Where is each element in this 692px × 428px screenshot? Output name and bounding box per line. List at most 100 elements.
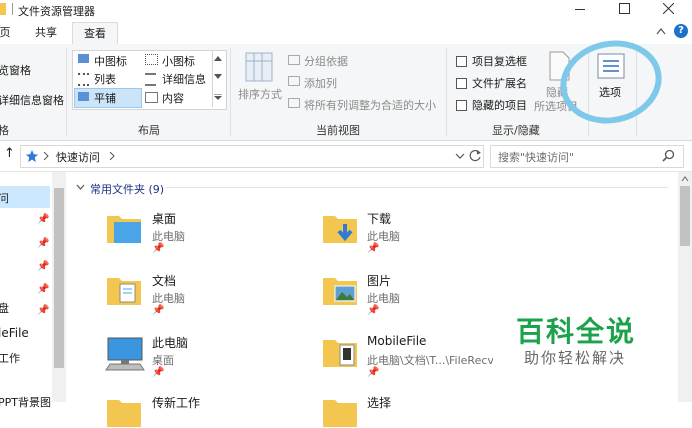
folder-app-icon: [0, 3, 6, 15]
group-by-icon: [288, 55, 300, 65]
watermark-subtitle: 助你轻松解决: [524, 349, 627, 367]
collapse-ribbon-icon[interactable]: [656, 27, 666, 35]
address-bar: ↑ 快速访问 搜索"快速访问": [0, 141, 692, 172]
medium-icons-icon: [78, 54, 89, 63]
item-location: 此电脑: [367, 230, 400, 243]
help-icon[interactable]: ?: [674, 24, 688, 38]
desktop-folder-icon[interactable]: [106, 212, 142, 244]
downloads-folder-icon[interactable]: [322, 212, 358, 244]
tab-view[interactable]: 查看: [72, 22, 118, 45]
nav-item-label[interactable]: 盘: [0, 300, 9, 316]
sort-by-icon: [245, 52, 273, 82]
section-divider: [166, 187, 668, 188]
show-hide-group-label: 显示/隐藏: [492, 124, 540, 137]
group-divider: [66, 48, 67, 136]
title-bar: 文件资源管理器: [0, 0, 692, 20]
pin-icon[interactable]: 📌: [37, 261, 49, 272]
up-button[interactable]: ↑: [4, 146, 15, 161]
nav-scrollbar-thumb[interactable]: [54, 188, 64, 368]
section-collapse-icon[interactable]: [76, 184, 85, 190]
breadcrumb-chevron-icon[interactable]: [109, 152, 115, 160]
layout-group-label: 布局: [138, 124, 160, 137]
content-icon: [145, 92, 158, 103]
item-name[interactable]: 文档: [152, 272, 176, 289]
item-name[interactable]: 图片: [367, 272, 391, 289]
mobilefile-folder-icon[interactable]: [322, 336, 358, 368]
details-icon: [145, 73, 156, 86]
item-location: 此电脑: [152, 230, 185, 243]
small-icons-icon: [145, 54, 158, 65]
pin-icon[interactable]: 📌: [37, 284, 49, 295]
layout-content[interactable]: 内容: [162, 90, 184, 106]
breadcrumb-quick-access[interactable]: 快速访问: [56, 149, 100, 165]
layout-small-icons[interactable]: 小图标: [162, 53, 195, 69]
nav-item-label: 问: [0, 192, 9, 205]
preview-pane-button[interactable]: 览窗格: [0, 62, 31, 78]
item-name[interactable]: 桌面: [152, 210, 176, 227]
item-name[interactable]: 下载: [367, 210, 391, 227]
group-by-button[interactable]: 分组依据: [304, 53, 348, 69]
maximize-icon[interactable]: [619, 3, 630, 14]
item-name[interactable]: 选择: [367, 394, 391, 411]
item-location: 此电脑\文档\T...\FileRecv: [367, 354, 493, 367]
group-divider: [446, 48, 447, 136]
file-extensions-checkbox[interactable]: [456, 78, 467, 89]
nav-item-label[interactable]: leFile: [0, 326, 29, 340]
pin-icon[interactable]: 📌: [37, 214, 49, 225]
search-input[interactable]: 搜索"快速访问": [498, 149, 574, 165]
scroll-up-icon[interactable]: [214, 55, 222, 61]
item-checkboxes-checkbox[interactable]: [456, 56, 467, 67]
content-scrollbar-thumb[interactable]: [680, 186, 690, 246]
highlight-circle: [560, 40, 662, 124]
address-history-dropdown-icon[interactable]: [455, 153, 465, 159]
close-icon[interactable]: [663, 3, 674, 14]
nav-item-label[interactable]: PPT背景图: [0, 394, 51, 410]
layout-medium-icons[interactable]: 中图标: [94, 53, 127, 69]
layout-details[interactable]: 详细信息: [162, 71, 206, 87]
pin-icon: 📌: [152, 243, 165, 254]
this-pc-icon[interactable]: [104, 336, 146, 372]
pin-icon[interactable]: 📌: [37, 238, 49, 249]
pictures-folder-icon[interactable]: [322, 274, 358, 306]
item-location: 此电脑: [152, 292, 185, 305]
breadcrumb-chevron-icon[interactable]: [43, 152, 49, 160]
item-name[interactable]: MobileFile: [367, 334, 426, 348]
layout-tiles: 平铺: [94, 92, 116, 105]
title-separator: [12, 3, 13, 15]
pin-icon: 📌: [367, 243, 380, 254]
scroll-down-icon[interactable]: [214, 74, 222, 80]
pin-icon: 📌: [367, 367, 380, 378]
window-title: 文件资源管理器: [18, 5, 95, 18]
minimize-icon[interactable]: [575, 9, 585, 10]
item-name[interactable]: 传新工作: [152, 394, 200, 411]
refresh-icon[interactable]: [469, 149, 482, 162]
tab-share[interactable]: 共享: [26, 22, 66, 43]
details-pane-button[interactable]: 详细信息窗格: [0, 92, 64, 108]
folder-icon[interactable]: [322, 396, 358, 428]
section-header[interactable]: 常用文件夹 (9): [90, 181, 164, 197]
pin-icon: 📌: [152, 305, 165, 316]
scroll-up-icon[interactable]: [681, 176, 689, 182]
item-name[interactable]: 此电脑: [152, 334, 188, 351]
fit-columns-button[interactable]: 将所有列调整为合适的大小: [304, 97, 436, 113]
hidden-items-checkbox[interactable]: [456, 100, 467, 111]
pin-icon[interactable]: 📌: [37, 305, 49, 316]
add-column-icon: [288, 76, 300, 86]
hidden-items-label: 隐藏的项目: [472, 99, 527, 112]
gallery-more-icon[interactable]: [214, 94, 222, 100]
layout-list[interactable]: 列表: [94, 71, 116, 87]
tab-home[interactable]: 页: [0, 22, 12, 43]
sort-by-button[interactable]: 排序方式: [238, 86, 282, 102]
list-icon: [78, 73, 89, 86]
folder-icon[interactable]: [106, 396, 142, 428]
file-extensions-label: 文件扩展名: [472, 77, 527, 90]
panes-group-label: 格: [0, 124, 9, 137]
add-column-button[interactable]: 添加列: [304, 75, 337, 91]
search-icon[interactable]: [662, 149, 675, 162]
watermark-title: 百科全说: [516, 315, 637, 348]
documents-folder-icon[interactable]: [106, 274, 142, 306]
fit-columns-icon: [288, 98, 300, 108]
nav-item-label[interactable]: 工作: [0, 350, 20, 366]
quick-access-star-icon: [26, 150, 38, 162]
group-divider: [230, 48, 231, 136]
